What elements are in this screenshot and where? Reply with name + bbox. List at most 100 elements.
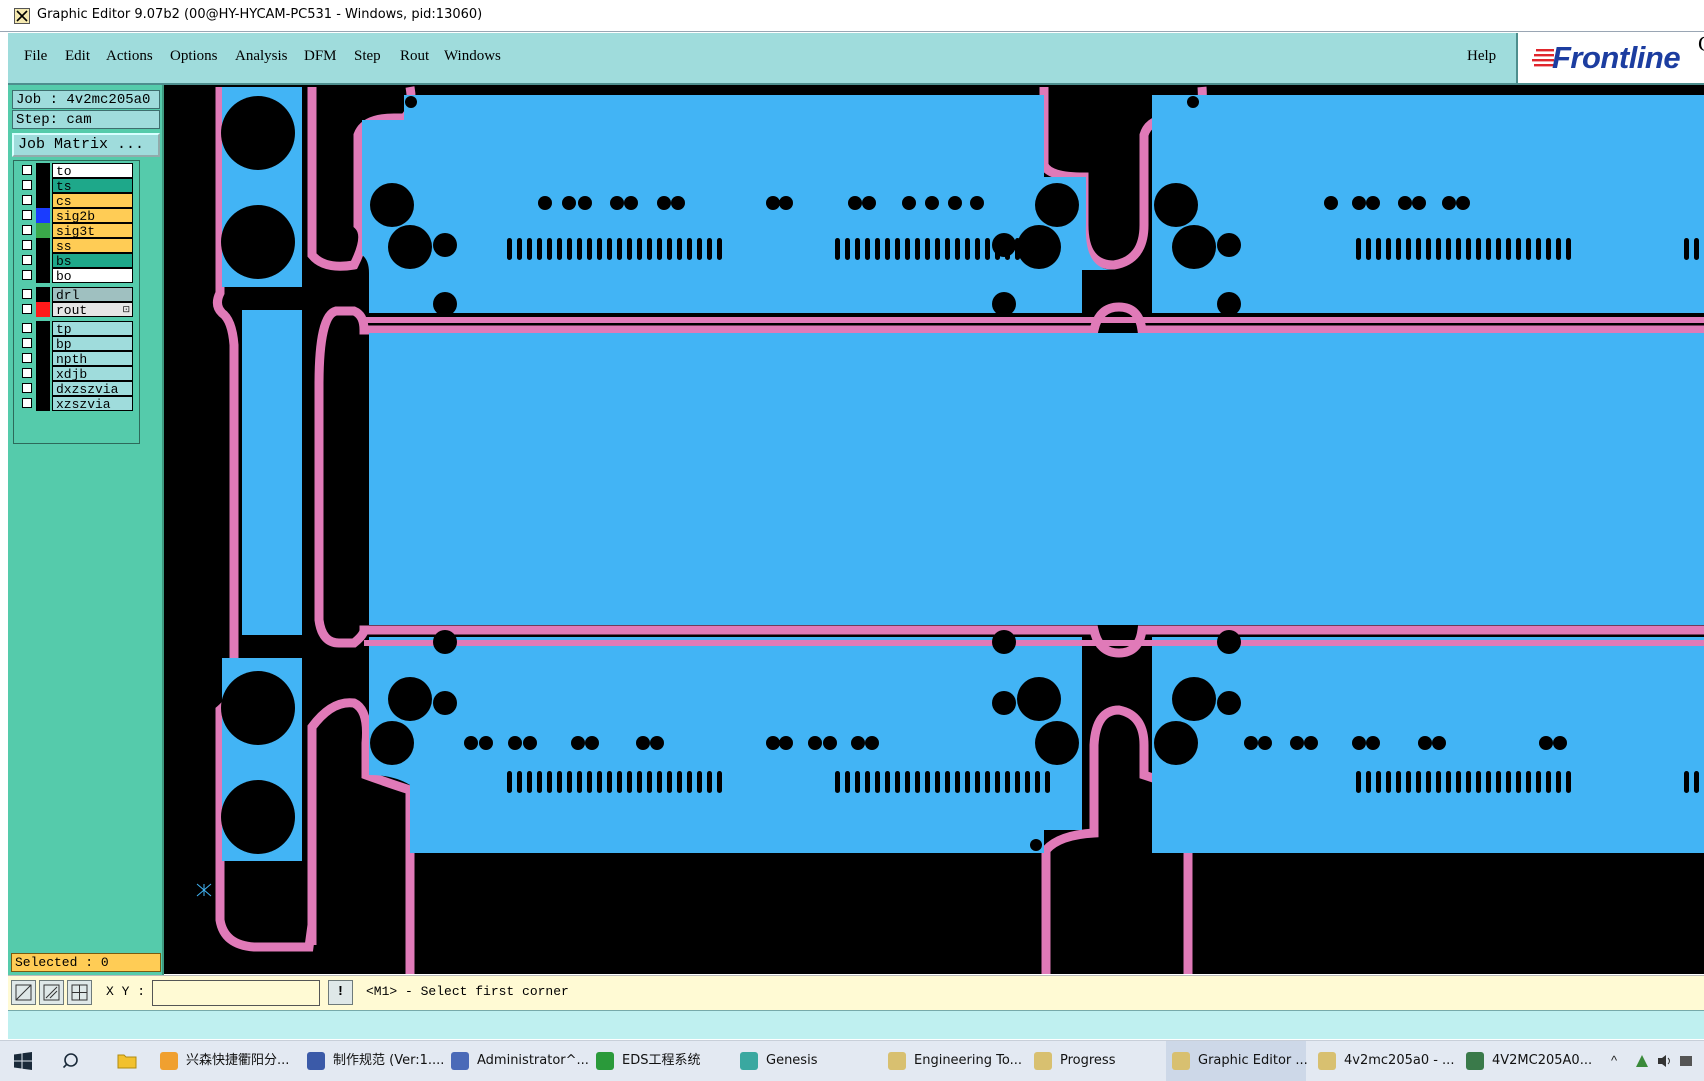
layer-row-bo[interactable]: bo <box>19 268 133 284</box>
layer-checkbox[interactable] <box>22 240 32 250</box>
layer-name[interactable]: dxzszvia <box>52 381 133 397</box>
layer-row-xzszvia[interactable]: xzszvia <box>19 396 133 412</box>
search-icon[interactable] <box>63 1052 81 1070</box>
taskbar-item[interactable]: Progress <box>1028 1041 1158 1081</box>
layer-checkbox[interactable] <box>22 225 32 235</box>
layer-row-sig2b[interactable]: sig2b <box>19 208 133 224</box>
layer-row-xdjb[interactable]: xdjb <box>19 366 133 382</box>
taskbar-item[interactable]: Graphic Editor ... <box>1166 1041 1308 1081</box>
layer-checkbox[interactable] <box>22 338 32 348</box>
layer-row-drl[interactable]: drl <box>19 287 133 303</box>
layer-checkbox[interactable] <box>22 323 32 333</box>
layer-checkbox[interactable] <box>22 304 32 314</box>
layer-name[interactable]: xzszvia <box>52 396 133 412</box>
menu-windows[interactable]: Windows <box>444 48 501 65</box>
layer-checkbox[interactable] <box>22 289 32 299</box>
layer-name[interactable]: sig3t <box>52 223 133 239</box>
layer-color-swatch[interactable] <box>36 223 50 238</box>
layer-color-swatch[interactable] <box>36 208 50 223</box>
taskbar-item-label: Engineering To... <box>914 1053 1022 1068</box>
taskbar-item[interactable]: Engineering To... <box>882 1041 1022 1081</box>
layer-color-swatch[interactable] <box>36 366 50 381</box>
layer-checkbox[interactable] <box>22 398 32 408</box>
layer-row-sig3t[interactable]: sig3t <box>19 223 133 239</box>
taskbar-item[interactable]: 4v2mc205a0 - ... <box>1312 1041 1454 1081</box>
layer-color-swatch[interactable] <box>36 253 50 268</box>
layer-color-swatch[interactable] <box>36 238 50 253</box>
layer-color-swatch[interactable] <box>36 268 50 283</box>
tray-overflow-icon[interactable]: ^ <box>1611 1041 1617 1081</box>
connector-pin <box>1684 771 1689 793</box>
layer-name[interactable]: bs <box>52 253 133 269</box>
taskbar-item[interactable]: Genesis <box>734 1041 874 1081</box>
zoom-window-button[interactable] <box>11 980 36 1005</box>
layer-name[interactable]: bp <box>52 336 133 352</box>
layer-row-ts[interactable]: ts <box>19 178 133 194</box>
layer-row-bs[interactable]: bs <box>19 253 133 269</box>
menu-dfm[interactable]: DFM <box>304 48 337 65</box>
system-tray-icons[interactable] <box>1634 1053 1694 1069</box>
menu-actions[interactable]: Actions <box>106 48 153 65</box>
menu-help[interactable]: Help <box>1467 48 1496 65</box>
layer-name[interactable]: drl <box>52 287 133 303</box>
layer-name[interactable]: ss <box>52 238 133 254</box>
layer-color-swatch[interactable] <box>36 287 50 302</box>
taskbar-item[interactable]: EDS工程系统 <box>590 1041 730 1081</box>
layer-checkbox[interactable] <box>22 165 32 175</box>
layer-name[interactable]: rout ⊡ <box>52 302 133 318</box>
layer-checkbox[interactable] <box>22 195 32 205</box>
layer-name[interactable]: xdjb <box>52 366 133 382</box>
menu-options[interactable]: Options <box>170 48 218 65</box>
taskbar-item[interactable]: 兴森快捷衢阳分... <box>154 1041 294 1081</box>
file-explorer-icon[interactable] <box>117 1052 137 1070</box>
layer-checkbox[interactable] <box>22 270 32 280</box>
layer-color-swatch[interactable] <box>36 396 50 411</box>
layer-row-ss[interactable]: ss <box>19 238 133 254</box>
xy-coordinate-input[interactable] <box>152 980 320 1006</box>
layer-row-to[interactable]: to <box>19 163 133 179</box>
graphic-canvas[interactable] <box>164 85 1704 974</box>
taskbar-item[interactable]: 4V2MC205A0... <box>1460 1041 1600 1081</box>
layer-color-swatch[interactable] <box>36 336 50 351</box>
layer-checkbox[interactable] <box>22 180 32 190</box>
layer-checkbox[interactable] <box>22 210 32 220</box>
menu-rout[interactable]: Rout <box>400 48 429 65</box>
layer-name[interactable]: bo <box>52 268 133 284</box>
execute-button[interactable]: ! <box>328 980 353 1005</box>
connector-pin <box>955 238 960 260</box>
layer-color-swatch[interactable] <box>36 193 50 208</box>
layer-row-dxzszvia[interactable]: dxzszvia <box>19 381 133 397</box>
menu-analysis[interactable]: Analysis <box>235 48 288 65</box>
layer-checkbox[interactable] <box>22 368 32 378</box>
layer-color-swatch[interactable] <box>36 302 50 317</box>
x-window-icon <box>888 1052 906 1070</box>
measure-button[interactable] <box>39 980 64 1005</box>
layer-color-swatch[interactable] <box>36 381 50 396</box>
layer-row-npth[interactable]: npth <box>19 351 133 367</box>
menu-file[interactable]: File <box>24 48 47 65</box>
layer-color-swatch[interactable] <box>36 178 50 193</box>
menu-edit[interactable]: Edit <box>65 48 90 65</box>
layer-name[interactable]: sig2b <box>52 208 133 224</box>
layer-row-bp[interactable]: bp <box>19 336 133 352</box>
layer-name[interactable]: ts <box>52 178 133 194</box>
layer-color-swatch[interactable] <box>36 321 50 336</box>
layer-name[interactable]: cs <box>52 193 133 209</box>
windows-start-icon[interactable] <box>14 1052 32 1070</box>
layer-checkbox[interactable] <box>22 353 32 363</box>
layer-name[interactable]: to <box>52 163 133 179</box>
layer-checkbox[interactable] <box>22 383 32 393</box>
layer-row-rout[interactable]: rout ⊡ <box>19 302 133 318</box>
layer-row-tp[interactable]: tp <box>19 321 133 337</box>
layer-row-cs[interactable]: cs <box>19 193 133 209</box>
taskbar-item[interactable]: Administrator^... <box>445 1041 589 1081</box>
layer-color-swatch[interactable] <box>36 351 50 366</box>
snap-grid-button[interactable] <box>67 980 92 1005</box>
job-matrix-button[interactable]: Job Matrix ... <box>12 133 160 157</box>
layer-name[interactable]: tp <box>52 321 133 337</box>
layer-color-swatch[interactable] <box>36 163 50 178</box>
taskbar-item[interactable]: 制作规范 (Ver:1.... <box>301 1041 444 1081</box>
layer-checkbox[interactable] <box>22 255 32 265</box>
menu-step[interactable]: Step <box>354 48 381 65</box>
layer-name[interactable]: npth <box>52 351 133 367</box>
